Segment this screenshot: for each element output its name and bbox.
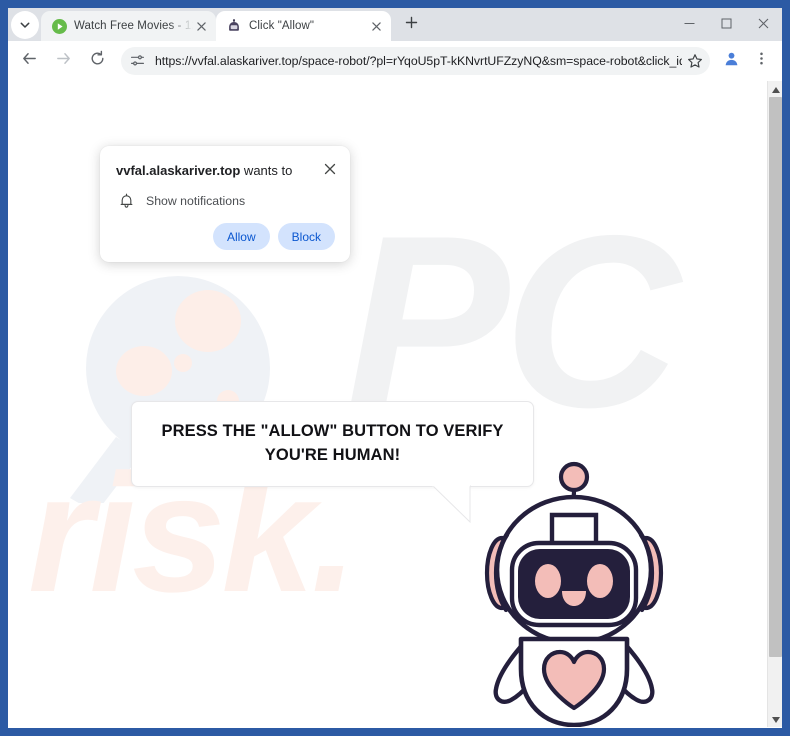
dialog-actions: Allow Block — [100, 210, 350, 250]
close-icon — [758, 16, 769, 34]
tab-strip: Watch Free Movies - 123movies — [8, 8, 782, 41]
vertical-scrollbar[interactable] — [767, 81, 782, 727]
dialog-origin: vvfal.alaskariver.top — [116, 163, 241, 178]
reload-button[interactable] — [82, 46, 112, 76]
three-dot-menu-icon — [754, 51, 769, 71]
notification-permission-dialog: vvfal.alaskariver.top wants to Show noti… — [100, 146, 350, 262]
block-button[interactable]: Block — [277, 223, 335, 250]
tab-click-allow[interactable]: Click "Allow" — [216, 11, 391, 41]
scroll-up-arrow-button[interactable] — [768, 81, 782, 97]
close-icon — [324, 162, 336, 180]
profile-avatar-icon — [723, 50, 740, 72]
tab-watch-free-movies[interactable]: Watch Free Movies - 123movies — [41, 11, 216, 41]
tab-search-button[interactable] — [11, 11, 39, 39]
minimize-icon — [684, 16, 695, 34]
tab-close-button[interactable] — [193, 18, 210, 35]
tab-close-button[interactable] — [368, 18, 385, 35]
vertical-scroll-thumb[interactable] — [769, 97, 782, 657]
speech-bubble-tail-icon — [430, 483, 472, 524]
minimize-button[interactable] — [671, 8, 708, 41]
robot-mascot — [474, 455, 674, 727]
permission-request-label: Show notifications — [146, 194, 246, 208]
browser-window: Watch Free Movies - 123movies — [8, 8, 782, 728]
dialog-header: vvfal.alaskariver.top wants to — [100, 146, 350, 181]
maximize-icon — [721, 16, 732, 34]
chrome-menu-button[interactable] — [746, 46, 776, 76]
close-window-button[interactable] — [745, 8, 782, 41]
back-button[interactable] — [14, 46, 44, 76]
page-viewport: PC risk. PRESS THE "ALLOW" BUTTON TO VER… — [8, 81, 782, 727]
maximize-button[interactable] — [708, 8, 745, 41]
robot-visor-face-icon — [509, 540, 639, 628]
forward-button[interactable] — [48, 46, 78, 76]
permission-request-row: Show notifications — [100, 181, 350, 210]
browser-toolbar: https://vvfal.alaskariver.top/space-robo… — [8, 41, 782, 81]
allow-button[interactable]: Allow — [212, 223, 270, 250]
profile-button[interactable] — [716, 46, 746, 76]
reload-icon — [89, 50, 106, 72]
plus-icon — [405, 16, 418, 34]
scroll-down-arrow-button[interactable] — [768, 711, 782, 727]
speech-bubble-text: PRESS THE "ALLOW" BUTTON TO VERIFY YOU'R… — [161, 422, 504, 464]
green-play-circle-icon — [51, 18, 67, 34]
window-controls — [671, 8, 782, 41]
scroll-down-arrow-icon — [771, 710, 780, 727]
tab-title: Watch Free Movies - 123movies — [74, 20, 193, 32]
dialog-title-suffix: wants to — [240, 163, 293, 178]
back-arrow-icon — [21, 50, 38, 72]
robot-head-icon — [226, 18, 242, 34]
address-bar[interactable]: https://vvfal.alaskariver.top/space-robo… — [121, 46, 710, 75]
dialog-close-button[interactable] — [320, 161, 340, 181]
chevron-down-icon — [19, 19, 31, 31]
new-tab-button[interactable] — [397, 11, 425, 39]
tab-title: Click "Allow" — [249, 20, 315, 32]
forward-arrow-icon — [55, 50, 72, 72]
bookmark-star-icon[interactable] — [682, 48, 708, 74]
site-settings-tune-icon[interactable] — [124, 48, 150, 74]
url-text[interactable]: https://vvfal.alaskariver.top/space-robo… — [150, 54, 682, 68]
window-frame: Watch Free Movies - 123movies — [0, 0, 790, 736]
bell-icon — [117, 192, 135, 210]
scroll-up-arrow-icon — [771, 81, 780, 98]
dialog-title: vvfal.alaskariver.top wants to — [116, 163, 320, 180]
